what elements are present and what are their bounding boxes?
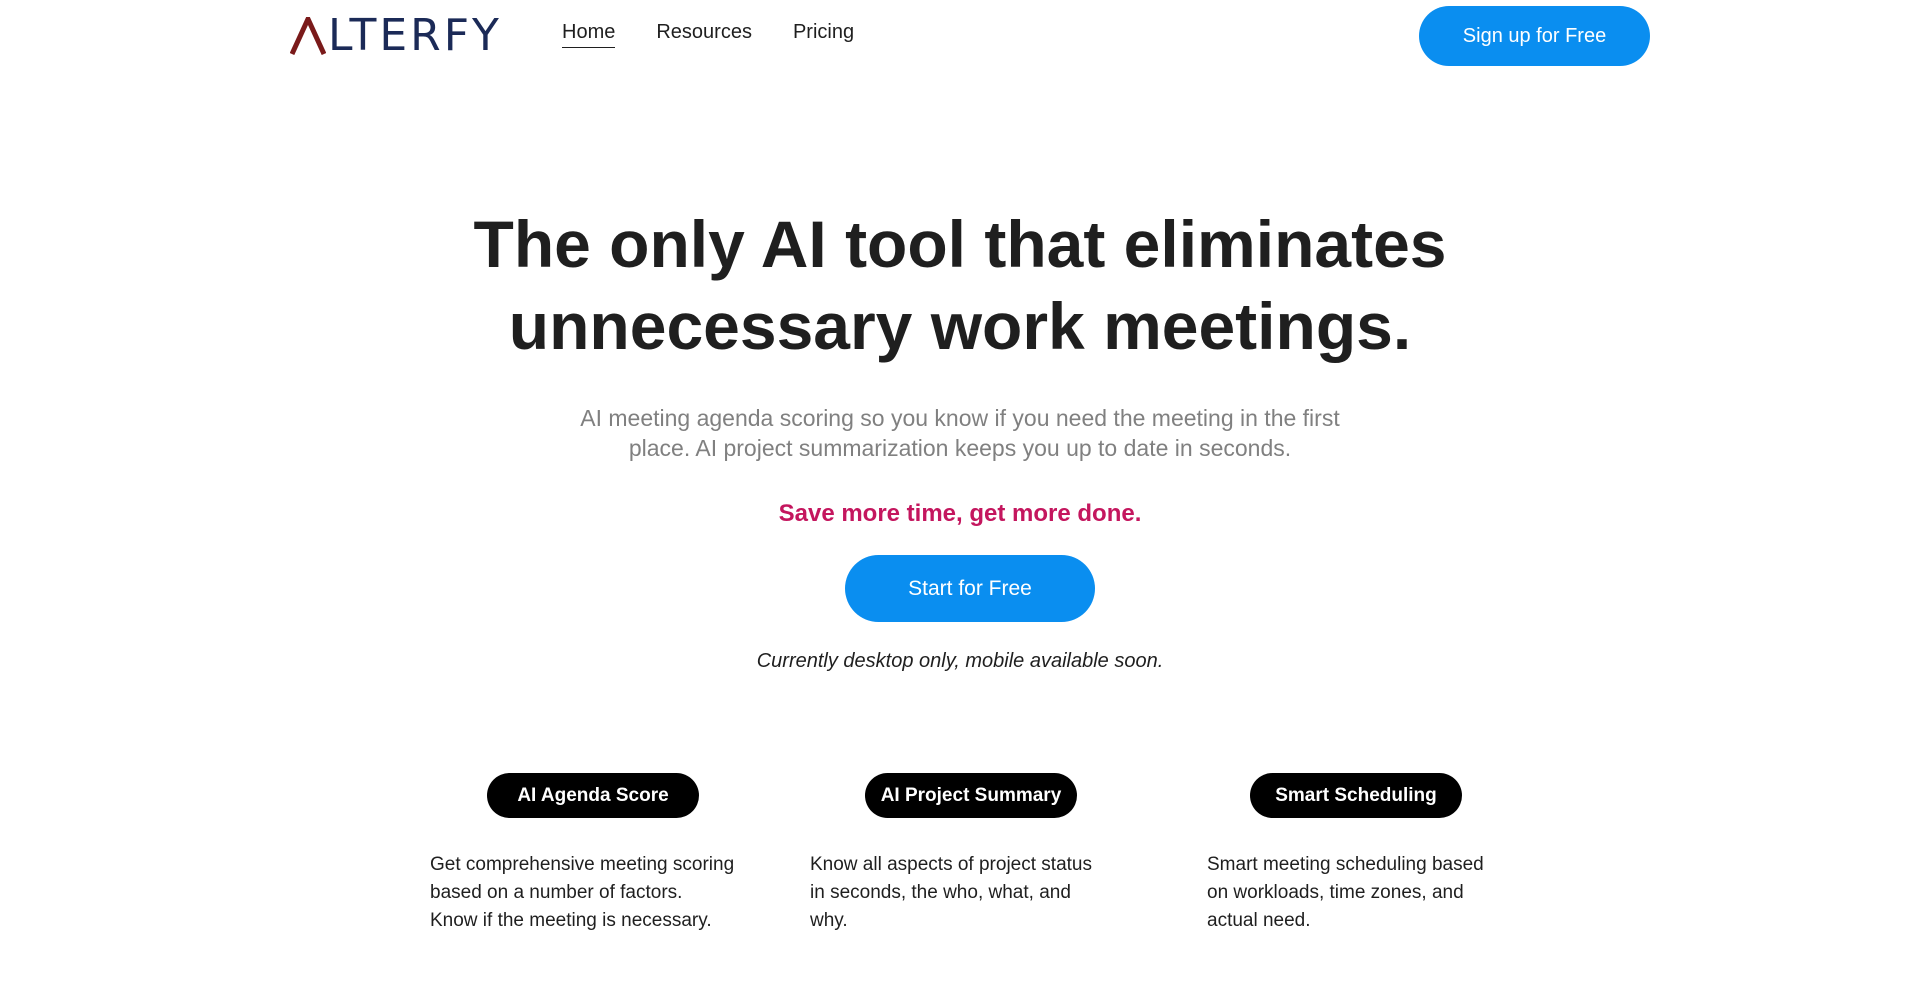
feature-desc-line: actual need. [1207, 910, 1311, 931]
start-for-free-button[interactable]: Start for Free [845, 555, 1095, 622]
desktop-only-note: Currently desktop only, mobile available… [756, 650, 1164, 672]
nav-home[interactable]: Home [562, 20, 616, 48]
nav-pricing[interactable]: Pricing [793, 20, 854, 48]
feature-desc-project-summary: Know all aspects of project status in se… [810, 851, 1120, 935]
feature-desc-line: Know if the meeting is necessary. [430, 910, 712, 931]
alterfy-logo[interactable]: LTERFY [290, 12, 502, 60]
feature-pill-project-summary: AI Project Summary [865, 773, 1077, 818]
feature-desc-line: in seconds, the who, what, and [810, 882, 1071, 903]
hero-title: The only AI tool that eliminates unneces… [360, 203, 1560, 367]
feature-desc-line: on workloads, time zones, and [1207, 882, 1464, 903]
feature-desc-line: Get comprehensive meeting scoring [430, 854, 735, 875]
feature-desc-line: based on a number of factors. [430, 882, 683, 903]
feature-desc-smart-scheduling: Smart meeting scheduling based on worklo… [1207, 851, 1507, 935]
hero-subtitle-line-1: AI meeting agenda scoring so you know if… [580, 405, 1340, 431]
logo-text: LTERFY [328, 10, 502, 61]
hero-title-line-2: unnecessary work meetings. [508, 289, 1412, 363]
feature-pill-smart-scheduling: Smart Scheduling [1250, 773, 1462, 818]
feature-pill-agenda-score: AI Agenda Score [487, 773, 699, 818]
hero-subtitle: AI meeting agenda scoring so you know if… [530, 403, 1390, 463]
sign-up-button[interactable]: Sign up for Free [1419, 6, 1650, 66]
main-nav: Home Resources Pricing [562, 20, 854, 48]
feature-desc-line: Know all aspects of project status [810, 854, 1092, 875]
site-header: LTERFY Home Resources Pricing Sign up fo… [0, 0, 1920, 72]
feature-desc-line: why. [810, 910, 848, 931]
feature-desc-line: Smart meeting scheduling based [1207, 854, 1484, 875]
nav-resources[interactable]: Resources [656, 20, 752, 48]
hero-subtitle-line-2: place. AI project summarization keeps yo… [628, 435, 1292, 461]
feature-desc-agenda-score: Get comprehensive meeting scoring based … [430, 851, 760, 935]
logo-a-mark-icon [290, 17, 326, 55]
hero-title-line-1: The only AI tool that eliminates [473, 207, 1447, 281]
hero-tagline: Save more time, get more done. [778, 500, 1142, 527]
